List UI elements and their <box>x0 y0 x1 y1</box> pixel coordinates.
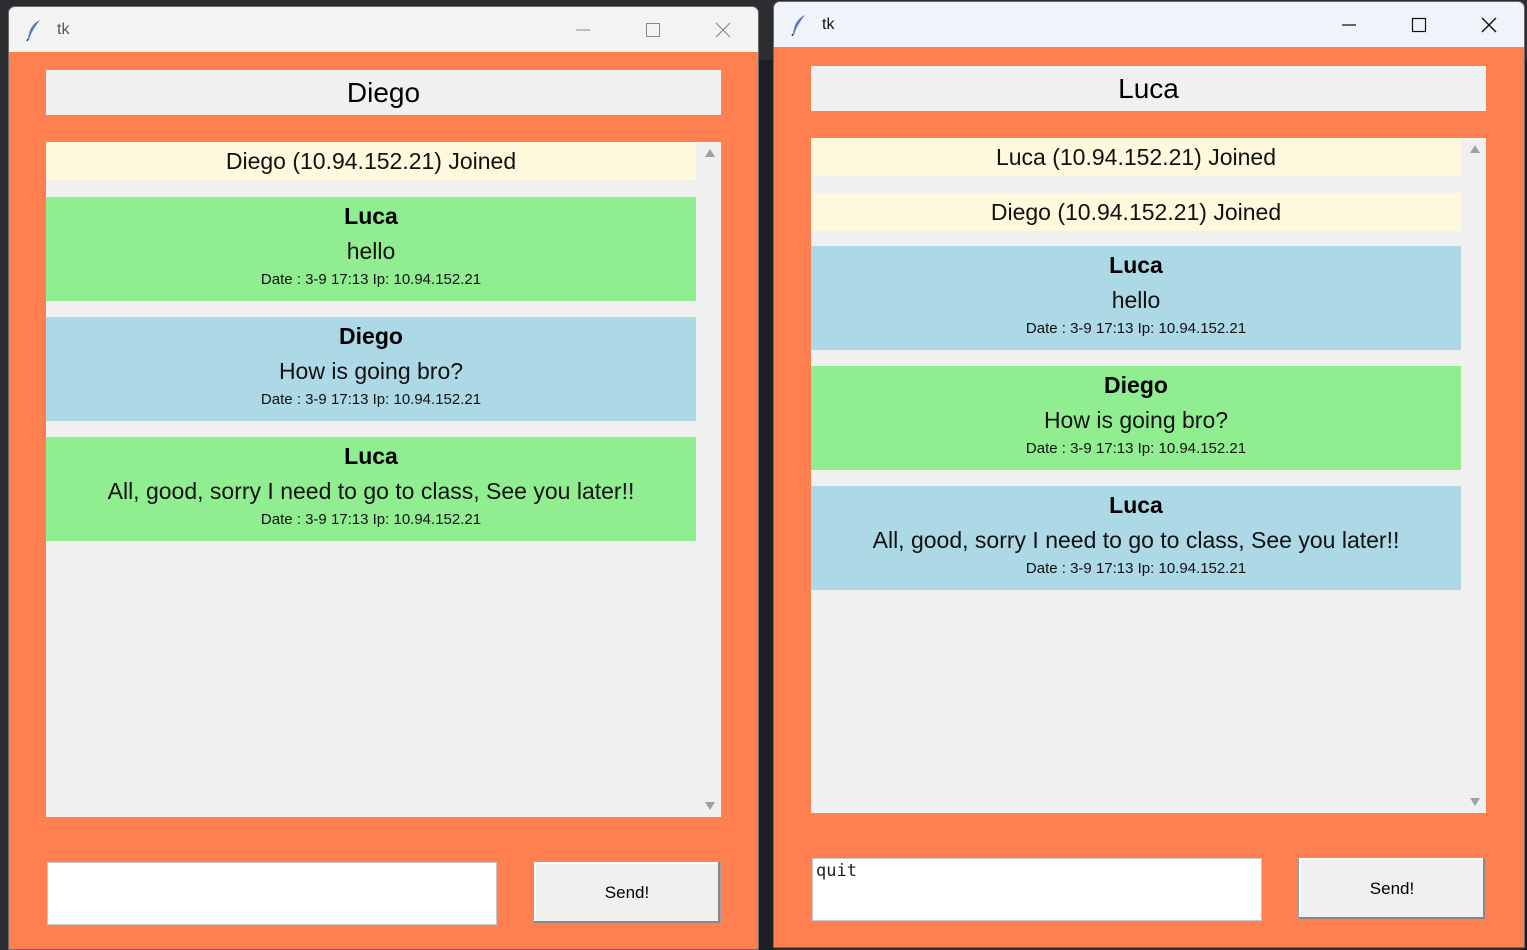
message-text: All, good, sorry I need to go to class, … <box>107 478 635 504</box>
background-editor-middle <box>757 60 774 950</box>
message-text: How is going bro? <box>1043 407 1229 433</box>
title-bar[interactable]: tk <box>774 2 1524 47</box>
message-bubble: Luca All, good, sorry I need to go to cl… <box>46 437 696 541</box>
message-date: Date : 3-9 17:13 Ip: 10.94.152.21 <box>260 391 482 408</box>
message-date: Date : 3-9 17:13 Ip: 10.94.152.21 <box>1025 560 1247 577</box>
join-text: Diego (10.94.152.21) Joined <box>225 147 517 174</box>
join-message: Diego (10.94.152.21) Joined <box>811 193 1461 231</box>
message-bubble: Diego How is going bro? Date : 3-9 17:13… <box>46 317 696 421</box>
username-header: Luca <box>811 66 1486 111</box>
close-button[interactable] <box>688 7 758 52</box>
maximize-button[interactable] <box>1384 2 1454 47</box>
maximize-icon <box>1411 17 1427 32</box>
close-button[interactable] <box>1454 2 1524 47</box>
sender-name: Diego <box>1104 372 1168 398</box>
vertical-scrollbar[interactable] <box>698 142 721 817</box>
chat-listbox[interactable]: Luca (10.94.152.21) Joined Diego (10.94.… <box>811 138 1486 813</box>
minimize-icon <box>576 29 590 30</box>
message-text: All, good, sorry I need to go to class, … <box>872 527 1400 553</box>
sender-name: Luca <box>344 203 398 229</box>
join-message: Luca (10.94.152.21) Joined <box>811 138 1461 176</box>
scroll-down-arrow-icon[interactable] <box>698 801 721 811</box>
minimize-button[interactable] <box>1314 2 1384 47</box>
message-date: Date : 3-9 17:13 Ip: 10.94.152.21 <box>260 271 482 288</box>
message-bubble: Luca hello Date : 3-9 17:13 Ip: 10.94.15… <box>46 197 696 301</box>
message-bubble: Luca hello Date : 3-9 17:13 Ip: 10.94.15… <box>811 246 1461 350</box>
sender-name: Luca <box>1109 492 1163 518</box>
feather-icon <box>788 14 810 36</box>
message-bubble: Luca All, good, sorry I need to go to cl… <box>811 486 1461 590</box>
close-icon <box>1481 17 1497 32</box>
message-text: hello <box>1111 287 1161 313</box>
message-input[interactable] <box>47 862 497 925</box>
feather-icon <box>23 19 45 41</box>
message-text: hello <box>346 238 396 264</box>
message-bubble: Diego How is going bro? Date : 3-9 17:13… <box>811 366 1461 470</box>
minimize-button[interactable] <box>548 7 618 52</box>
close-icon <box>715 22 731 37</box>
send-button[interactable]: Send! <box>1298 857 1486 920</box>
sender-name: Diego <box>339 323 403 349</box>
scroll-up-arrow-icon[interactable] <box>1463 144 1486 154</box>
message-input[interactable]: quit <box>812 858 1262 921</box>
window-title: tk <box>57 20 70 38</box>
join-message: Diego (10.94.152.21) Joined <box>46 142 696 180</box>
vertical-scrollbar[interactable] <box>1463 138 1486 813</box>
sender-name: Luca <box>1109 252 1163 278</box>
username-header: Diego <box>46 70 721 115</box>
scroll-up-arrow-icon[interactable] <box>698 148 721 158</box>
window-title: tk <box>822 15 835 33</box>
title-bar[interactable]: tk <box>9 7 758 52</box>
join-text: Diego (10.94.152.21) Joined <box>990 198 1282 225</box>
message-date: Date : 3-9 17:13 Ip: 10.94.152.21 <box>260 511 482 528</box>
chat-listbox[interactable]: Diego (10.94.152.21) Joined Luca hello D… <box>46 142 721 817</box>
send-button[interactable]: Send! <box>533 861 721 924</box>
maximize-icon <box>646 22 660 37</box>
chat-window-left: tk Diego Diego (10.94.152.21) Joined Luc… <box>8 6 759 950</box>
maximize-button[interactable] <box>618 7 688 52</box>
chat-window-right: tk Luca Luca (10.94.152.21) Joined Diego… <box>773 1 1525 948</box>
sender-name: Luca <box>344 443 398 469</box>
message-date: Date : 3-9 17:13 Ip: 10.94.152.21 <box>1025 320 1247 337</box>
message-date: Date : 3-9 17:13 Ip: 10.94.152.21 <box>1025 440 1247 457</box>
minimize-icon <box>1342 23 1356 26</box>
scroll-down-arrow-icon[interactable] <box>1463 797 1486 807</box>
join-text: Luca (10.94.152.21) Joined <box>995 143 1277 170</box>
message-text: How is going bro? <box>278 358 464 384</box>
